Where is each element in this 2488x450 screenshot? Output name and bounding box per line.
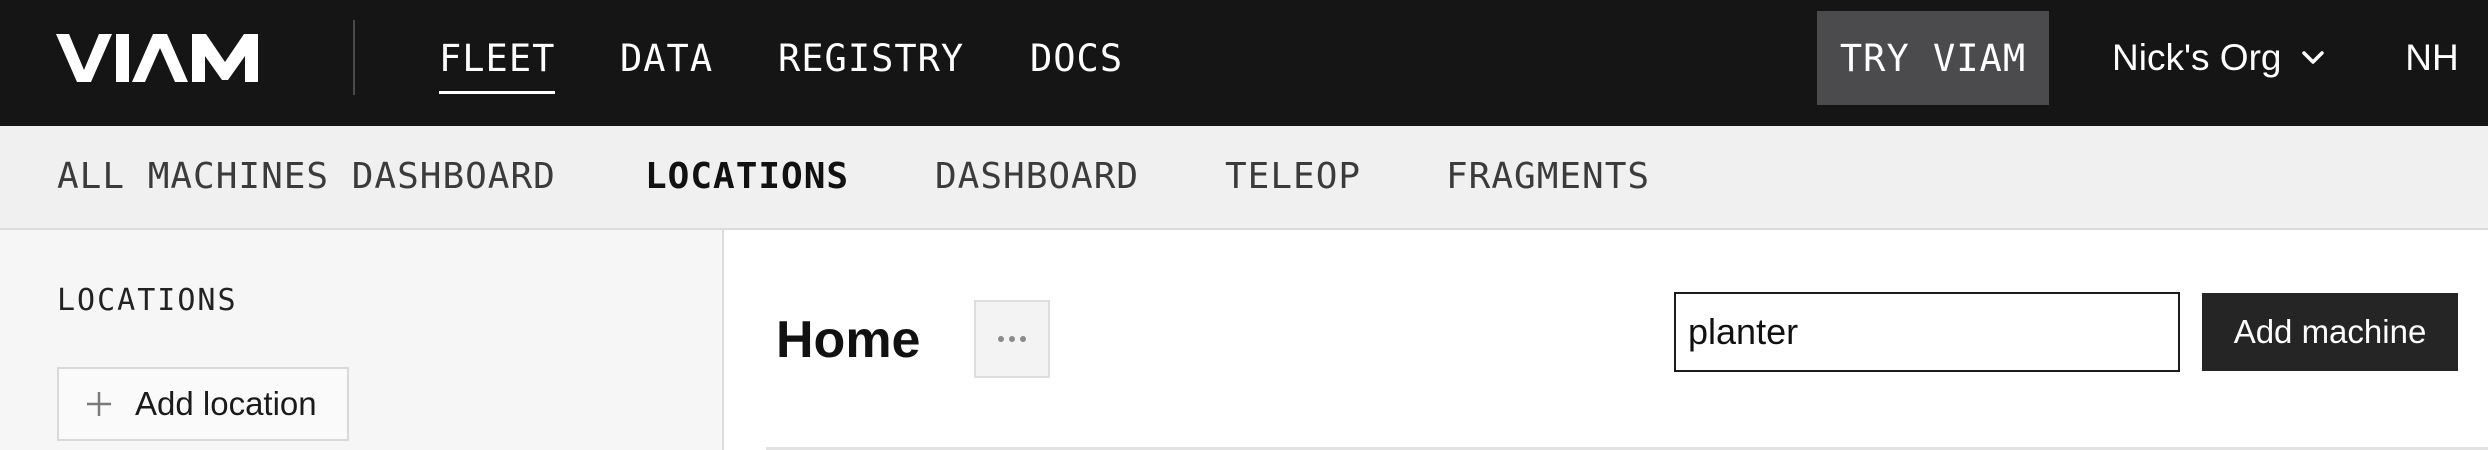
sub-navigation-bar: ALL MACHINES DASHBOARD LOCATIONS DASHBOA… <box>0 126 2488 230</box>
machine-search-input[interactable] <box>1674 292 2180 372</box>
sidebar-heading: LOCATIONS <box>57 283 238 318</box>
more-options-button[interactable] <box>974 300 1050 378</box>
nav-link-fleet[interactable]: FLEET <box>439 34 556 94</box>
viam-logo-mark <box>56 34 258 82</box>
nav-link-registry[interactable]: REGISTRY <box>778 34 964 84</box>
tab-locations[interactable]: LOCATIONS <box>645 152 849 202</box>
chevron-down-icon <box>2295 38 2331 74</box>
org-selector[interactable]: Nick's Org <box>2112 32 2331 84</box>
try-viam-button[interactable]: TRY VIAM <box>1817 11 2049 105</box>
add-location-label: Add location <box>135 385 317 422</box>
tab-teleop[interactable]: TELEOP <box>1225 152 1361 202</box>
nav-link-data[interactable]: DATA <box>620 34 713 84</box>
tab-fragments[interactable]: FRAGMENTS <box>1446 152 1650 202</box>
add-location-button[interactable]: Add location <box>57 367 349 441</box>
viam-logo[interactable] <box>56 34 274 82</box>
ellipsis-icon <box>997 330 1027 348</box>
nav-divider <box>353 20 355 95</box>
nav-link-docs[interactable]: DOCS <box>1030 34 1123 84</box>
plus-icon <box>85 390 113 418</box>
tab-all-machines-dashboard[interactable]: ALL MACHINES DASHBOARD <box>57 152 556 202</box>
top-navigation-bar: FLEET DATA REGISTRY DOCS TRY VIAM Nick's… <box>0 0 2488 126</box>
page-title: Home <box>776 311 921 369</box>
locations-sidebar: LOCATIONS Add location <box>0 230 724 450</box>
tab-dashboard[interactable]: DASHBOARD <box>935 152 1139 202</box>
user-avatar[interactable]: NH <box>2400 32 2464 84</box>
org-name: Nick's Org <box>2112 37 2282 78</box>
add-machine-button[interactable]: Add machine <box>2202 293 2458 371</box>
